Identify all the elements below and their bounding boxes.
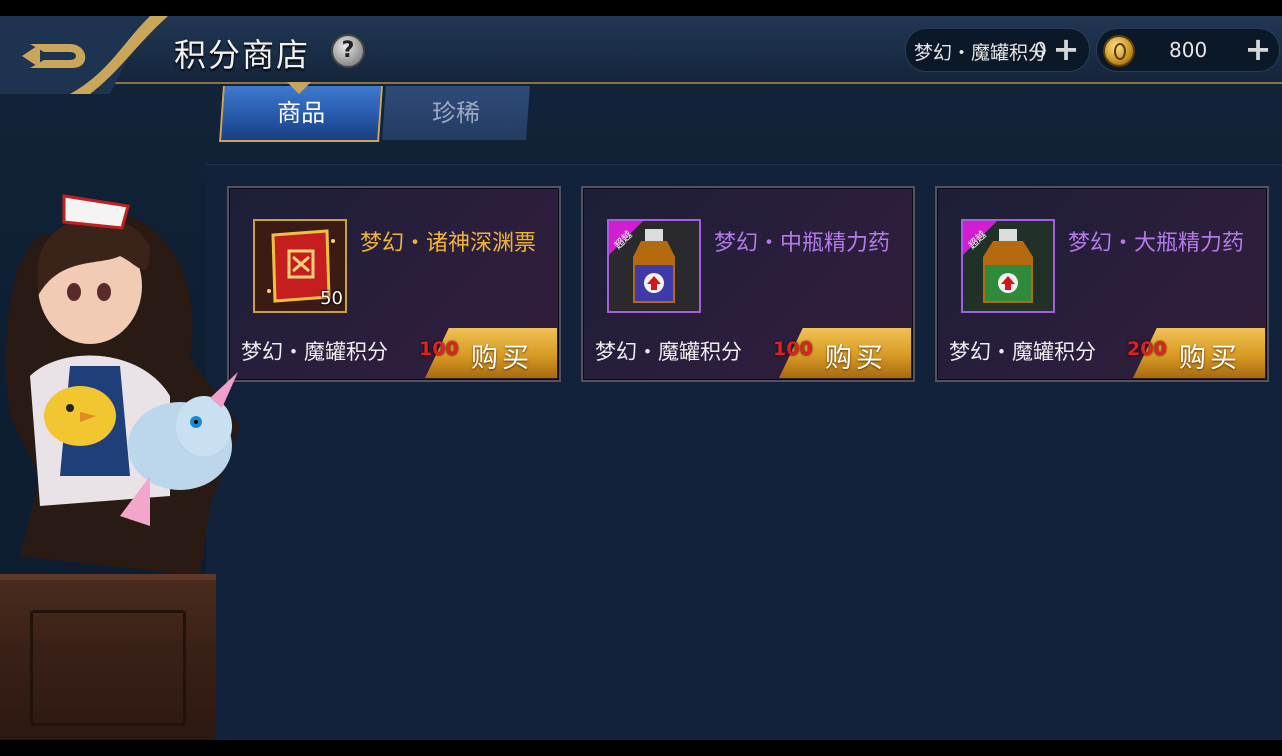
help-icon[interactable]: ?: [331, 34, 365, 68]
price-value: 100: [773, 338, 813, 360]
counter-ornament: [30, 610, 186, 726]
buy-button-label: 购买: [825, 343, 887, 374]
shop-counter: [0, 574, 216, 740]
shop-item-card: 50 梦幻・诸神深渊票 梦幻・魔罐积分 购买 100: [227, 186, 561, 382]
shop-item-card: 超越 梦幻・中瓶精力药 梦幻・魔罐积分 购买 100: [581, 186, 915, 382]
item-name: 梦幻・诸神深渊票: [360, 231, 537, 256]
item-slot[interactable]: 超越: [607, 219, 701, 313]
item-slot[interactable]: 超越: [961, 219, 1055, 313]
tab-rare-label: 珍稀: [432, 99, 480, 127]
buy-button-label: 购买: [471, 343, 533, 374]
tab-goods[interactable]: 商品: [219, 86, 383, 142]
item-slot[interactable]: 50: [253, 219, 347, 313]
top-letterbox: [0, 0, 1282, 16]
points-label: 梦幻・魔罐积分: [914, 42, 1048, 64]
active-tab-indicator-icon: [287, 82, 311, 94]
price-label: 梦幻・魔罐积分: [595, 340, 742, 364]
price-value: 100: [419, 338, 459, 360]
header-bar: 积分商店 ? 梦幻・魔罐积分 0 + 800 +: [0, 16, 1282, 94]
tab-rare[interactable]: 珍稀: [382, 86, 530, 140]
shop-screen: 积分商店 ? 梦幻・魔罐积分 0 + 800 + 商品 珍稀 50 梦幻・诸神深…: [0, 16, 1282, 740]
item-count: 50: [320, 288, 343, 309]
gold-value: 800: [1169, 38, 1208, 62]
points-currency: 梦幻・魔罐积分 0 +: [905, 28, 1090, 72]
shop-item-card: 超越 梦幻・大瓶精力药 梦幻・魔罐积分 购买 200: [935, 186, 1269, 382]
gold-coin-icon: [1103, 35, 1135, 67]
back-button[interactable]: [0, 16, 170, 94]
item-name: 梦幻・中瓶精力药: [714, 231, 891, 256]
price-label: 梦幻・魔罐积分: [241, 340, 388, 364]
add-gold-plus-icon[interactable]: +: [1243, 33, 1273, 65]
page-title: 积分商店: [174, 36, 311, 74]
price-label: 梦幻・魔罐积分: [949, 340, 1096, 364]
bottom-letterbox: [0, 740, 1282, 756]
add-points-plus-icon[interactable]: +: [1051, 33, 1081, 65]
item-name: 梦幻・大瓶精力药: [1068, 231, 1245, 256]
gold-currency: 800 +: [1096, 28, 1280, 72]
tab-goods-label: 商品: [277, 99, 326, 127]
back-arrow-icon: [0, 16, 168, 94]
shopkeeper-character-illustration: [6, 194, 240, 576]
price-value: 200: [1127, 338, 1167, 360]
points-value: 0: [1034, 38, 1047, 62]
buy-button-label: 购买: [1179, 343, 1241, 374]
